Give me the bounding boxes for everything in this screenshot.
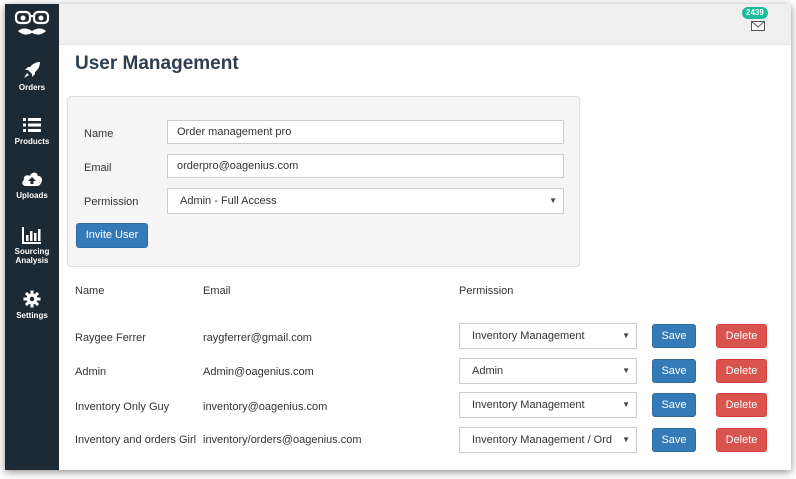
- save-button[interactable]: Save: [652, 428, 696, 452]
- sidebar-item-label: Sourcing Analysis: [14, 247, 50, 265]
- row-permission-select[interactable]: Inventory Management ▼: [459, 323, 637, 349]
- delete-button[interactable]: Delete: [716, 324, 767, 348]
- sidebar-item-uploads[interactable]: Uploads: [5, 170, 59, 200]
- row-permission-value: Inventory Management / Ord: [472, 434, 613, 446]
- row-permission-value: Inventory Management: [472, 330, 585, 342]
- user-email: inventory/orders@oagenius.com: [203, 434, 362, 446]
- row-permission-value: Admin: [472, 365, 504, 377]
- user-email: Admin@oagenius.com: [203, 366, 314, 378]
- app-window: Orders Products Uploads Sourcing Analysi…: [5, 4, 791, 470]
- permission-select[interactable]: Admin - Full Access ▼: [167, 188, 564, 214]
- sidebar-item-settings[interactable]: Settings: [5, 290, 59, 320]
- sidebar-item-label: Orders: [18, 83, 46, 92]
- notifications-button[interactable]: 2439: [742, 7, 771, 32]
- cloud-upload-icon: [22, 172, 42, 186]
- row-permission-value: Inventory Management: [472, 399, 585, 411]
- user-email: inventory@oagenius.com: [203, 401, 328, 413]
- caret-down-icon: ▼: [622, 435, 630, 444]
- caret-down-icon: ▼: [622, 331, 630, 340]
- bar-chart-icon: [22, 227, 41, 244]
- sidebar-item-label: Settings: [16, 311, 48, 320]
- gear-icon: [23, 290, 41, 308]
- user-name: Inventory Only Guy: [75, 401, 170, 413]
- row-permission-select[interactable]: Inventory Management / Ord ▼: [459, 427, 637, 453]
- name-label: Name: [84, 128, 114, 140]
- delete-button[interactable]: Delete: [716, 393, 767, 417]
- column-header-permission: Permission: [459, 285, 514, 297]
- name-input[interactable]: Order management pro: [167, 120, 564, 144]
- row-permission-select[interactable]: Admin ▼: [459, 358, 637, 384]
- sidebar-item-products[interactable]: Products: [5, 116, 59, 146]
- permission-label: Permission: [84, 196, 139, 208]
- invite-user-button[interactable]: Invite User: [76, 223, 148, 248]
- row-permission-select[interactable]: Inventory Management ▼: [459, 392, 637, 418]
- caret-down-icon: ▼: [622, 366, 630, 375]
- column-header-name: Name: [75, 285, 105, 297]
- email-input[interactable]: orderpro@oagenius.com: [167, 154, 564, 178]
- list-icon: [23, 118, 41, 132]
- top-bar: 2439: [59, 4, 791, 45]
- delete-button[interactable]: Delete: [716, 428, 767, 452]
- save-button[interactable]: Save: [652, 359, 696, 383]
- envelope-icon: [751, 21, 765, 31]
- page-title: User Management: [75, 53, 239, 74]
- save-button[interactable]: Save: [652, 393, 696, 417]
- permission-select-value: Admin - Full Access: [180, 195, 277, 207]
- caret-down-icon: ▼: [622, 400, 630, 409]
- user-email: raygferrer@gmail.com: [203, 332, 312, 344]
- sidebar-item-sourcing-analysis[interactable]: Sourcing Analysis: [5, 226, 59, 265]
- invite-user-form: Name Order management pro Email orderpro…: [67, 96, 580, 267]
- save-button[interactable]: Save: [652, 324, 696, 348]
- logo-icon[interactable]: [12, 6, 52, 42]
- email-label: Email: [84, 162, 112, 174]
- caret-down-icon: ▼: [549, 196, 557, 205]
- user-name: Inventory and orders Girl: [75, 434, 197, 446]
- sidebar-item-label: Uploads: [16, 191, 48, 200]
- sidebar-item-orders[interactable]: Orders: [5, 60, 59, 92]
- delete-button[interactable]: Delete: [716, 359, 767, 383]
- user-name: Raygee Ferrer: [75, 332, 146, 344]
- user-name: Admin: [75, 366, 107, 378]
- notification-count-badge: 2439: [742, 7, 768, 19]
- column-header-email: Email: [203, 285, 231, 297]
- sidebar-item-label: Products: [14, 137, 50, 146]
- rocket-icon: [24, 62, 40, 78]
- sidebar: Orders Products Uploads Sourcing Analysi…: [5, 4, 59, 470]
